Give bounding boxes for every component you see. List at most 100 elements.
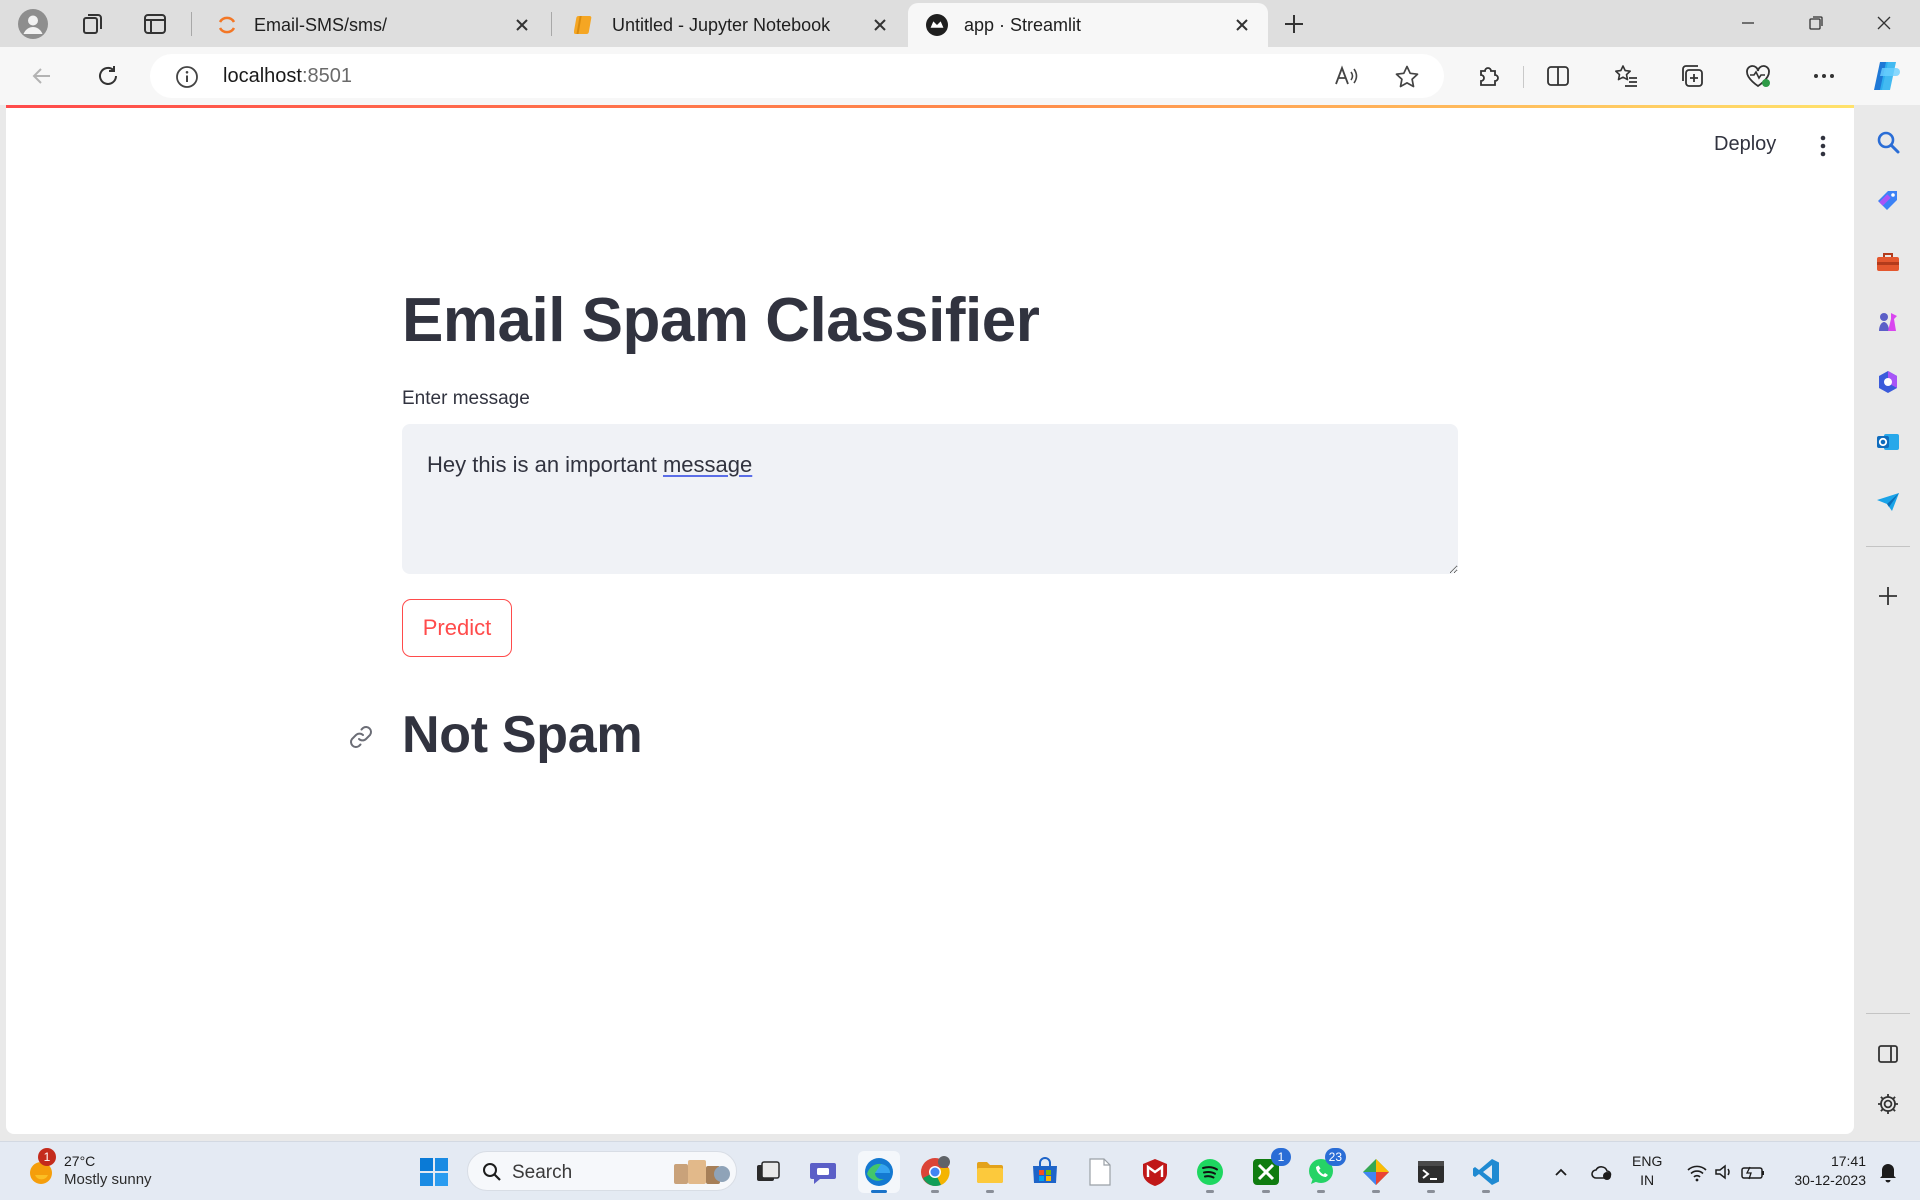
taskbar-app-colorful[interactable] xyxy=(1355,1151,1397,1193)
sidebar-drop-button[interactable] xyxy=(1869,483,1907,521)
diamond-app-icon xyxy=(1363,1159,1389,1185)
refresh-button[interactable] xyxy=(88,57,128,95)
cloud-sync-icon xyxy=(1591,1166,1612,1180)
favorites-button[interactable] xyxy=(1606,57,1646,95)
refresh-icon xyxy=(99,66,117,85)
browser-essentials-button[interactable] xyxy=(1738,57,1778,95)
puzzle-icon xyxy=(1480,67,1499,86)
close-window-button[interactable] xyxy=(1850,0,1918,46)
taskbar-edge[interactable] xyxy=(858,1151,900,1193)
tab-divider xyxy=(551,12,552,36)
main-menu-button[interactable] xyxy=(1808,127,1838,165)
tab-jupyter-notebook[interactable]: Untitled - Jupyter Notebook xyxy=(556,3,906,47)
gear-icon xyxy=(1878,1094,1898,1114)
workspaces-icon xyxy=(83,14,102,34)
more-vertical-icon xyxy=(1820,135,1826,157)
tab-streamlit-app[interactable]: app · Streamlit xyxy=(908,3,1268,47)
start-button[interactable] xyxy=(413,1151,455,1193)
taskbar-task-view[interactable] xyxy=(747,1151,789,1193)
mcafee-shield-icon xyxy=(1143,1159,1167,1186)
address-bar[interactable]: localhost:8501 xyxy=(150,54,1444,98)
notification-badge: 23 xyxy=(1324,1148,1346,1166)
sidebar-outlook-button[interactable] xyxy=(1869,423,1907,461)
collections-button[interactable] xyxy=(1672,57,1712,95)
teams-chat-icon xyxy=(810,1163,836,1184)
tab-divider xyxy=(191,12,192,36)
folder-icon xyxy=(977,1162,1003,1183)
taskbar-xbox[interactable]: 1 xyxy=(1245,1148,1291,1193)
outlook-icon xyxy=(1877,434,1899,450)
plus-icon xyxy=(1879,587,1897,605)
site-info-icon[interactable] xyxy=(175,65,199,94)
back-button[interactable] xyxy=(22,57,62,95)
sidebar-shopping-button[interactable] xyxy=(1869,183,1907,221)
taskbar-chrome[interactable] xyxy=(914,1151,956,1193)
split-screen-button[interactable] xyxy=(1538,57,1578,95)
edge-sidebar xyxy=(1856,105,1920,1141)
input-language-indicator[interactable]: ENG IN xyxy=(1632,1152,1662,1190)
search-icon xyxy=(1877,131,1900,154)
taskbar-vscode[interactable] xyxy=(1465,1151,1507,1193)
notifications-button[interactable] xyxy=(1868,1151,1908,1193)
app-decoration-bar xyxy=(6,105,1854,108)
extensions-button[interactable] xyxy=(1468,57,1508,95)
taskbar-teams[interactable] xyxy=(802,1151,844,1193)
system-clock[interactable]: 17:41 30-12-2023 xyxy=(1780,1152,1866,1190)
minimize-icon xyxy=(1742,22,1754,24)
sidebar-search-button[interactable] xyxy=(1869,123,1907,161)
taskbar-store[interactable] xyxy=(1024,1151,1066,1193)
favorites-list-icon xyxy=(1615,65,1637,87)
sidebar-add-button[interactable] xyxy=(1869,577,1907,615)
deploy-button[interactable]: Deploy xyxy=(1704,127,1786,162)
chrome-icon xyxy=(921,1156,950,1187)
task-view-icon xyxy=(757,1161,780,1181)
taskbar-notepad[interactable] xyxy=(1079,1151,1121,1193)
new-tab-button[interactable] xyxy=(1275,7,1313,41)
sidebar-tools-button[interactable] xyxy=(1869,243,1907,281)
onedrive-status-button[interactable] xyxy=(1582,1151,1622,1193)
restore-button[interactable] xyxy=(1782,0,1850,46)
taskbar-terminal[interactable] xyxy=(1410,1151,1452,1193)
tab-email-sms[interactable]: Email-SMS/sms/ xyxy=(198,3,548,47)
vscode-icon xyxy=(1473,1159,1499,1185)
streamlit-app-page: Deploy Email Spam Classifier Enter messa… xyxy=(6,105,1854,1134)
quick-settings-button[interactable] xyxy=(1682,1151,1772,1193)
taskbar-spotify[interactable] xyxy=(1189,1151,1231,1193)
close-icon[interactable] xyxy=(1230,13,1254,37)
url-text: localhost:8501 xyxy=(223,65,352,87)
taskbar-whatsapp[interactable]: 23 xyxy=(1300,1148,1346,1193)
sidebar-settings-button[interactable] xyxy=(1869,1085,1907,1123)
workspaces-button[interactable] xyxy=(74,7,112,41)
windows-taskbar: 1 27°C Mostly sunny Search 1 23 ENG IN 1… xyxy=(0,1141,1920,1200)
sidebar-m365-button[interactable] xyxy=(1869,363,1907,401)
vertical-tabs-button[interactable] xyxy=(136,7,174,41)
search-highlight-icon xyxy=(674,1160,730,1184)
prediction-result: Not Spam xyxy=(402,706,643,764)
settings-more-button[interactable] xyxy=(1804,57,1844,95)
taskbar-search[interactable]: Search xyxy=(467,1151,737,1191)
close-icon[interactable] xyxy=(510,13,534,37)
more-horizontal-icon xyxy=(1814,74,1834,78)
header-anchor-link[interactable] xyxy=(346,722,376,752)
close-icon[interactable] xyxy=(868,13,892,37)
profile-avatar[interactable] xyxy=(14,7,52,41)
read-aloud-icon[interactable] xyxy=(1334,64,1360,93)
predict-button[interactable]: Predict xyxy=(402,599,512,657)
restore-icon xyxy=(1809,16,1823,30)
sidebar-divider xyxy=(1866,546,1910,547)
weather-widget[interactable]: 1 27°C Mostly sunny xyxy=(24,1148,174,1194)
show-hidden-icons-button[interactable] xyxy=(1541,1151,1581,1193)
message-input[interactable] xyxy=(402,424,1458,574)
minimize-button[interactable] xyxy=(1714,0,1782,46)
taskbar-file-explorer[interactable] xyxy=(969,1151,1011,1193)
sidebar-games-button[interactable] xyxy=(1869,303,1907,341)
taskbar-mcafee[interactable] xyxy=(1134,1151,1176,1193)
jupyter-spinner-icon xyxy=(216,14,238,36)
paper-plane-icon xyxy=(1877,493,1899,511)
favorite-star-icon[interactable] xyxy=(1394,64,1420,95)
hide-sidebar-button[interactable] xyxy=(1869,1035,1907,1073)
edge-icon xyxy=(865,1158,893,1186)
plus-icon xyxy=(1285,15,1303,33)
copilot-button[interactable] xyxy=(1866,57,1906,95)
heart-pulse-icon xyxy=(1746,65,1770,88)
